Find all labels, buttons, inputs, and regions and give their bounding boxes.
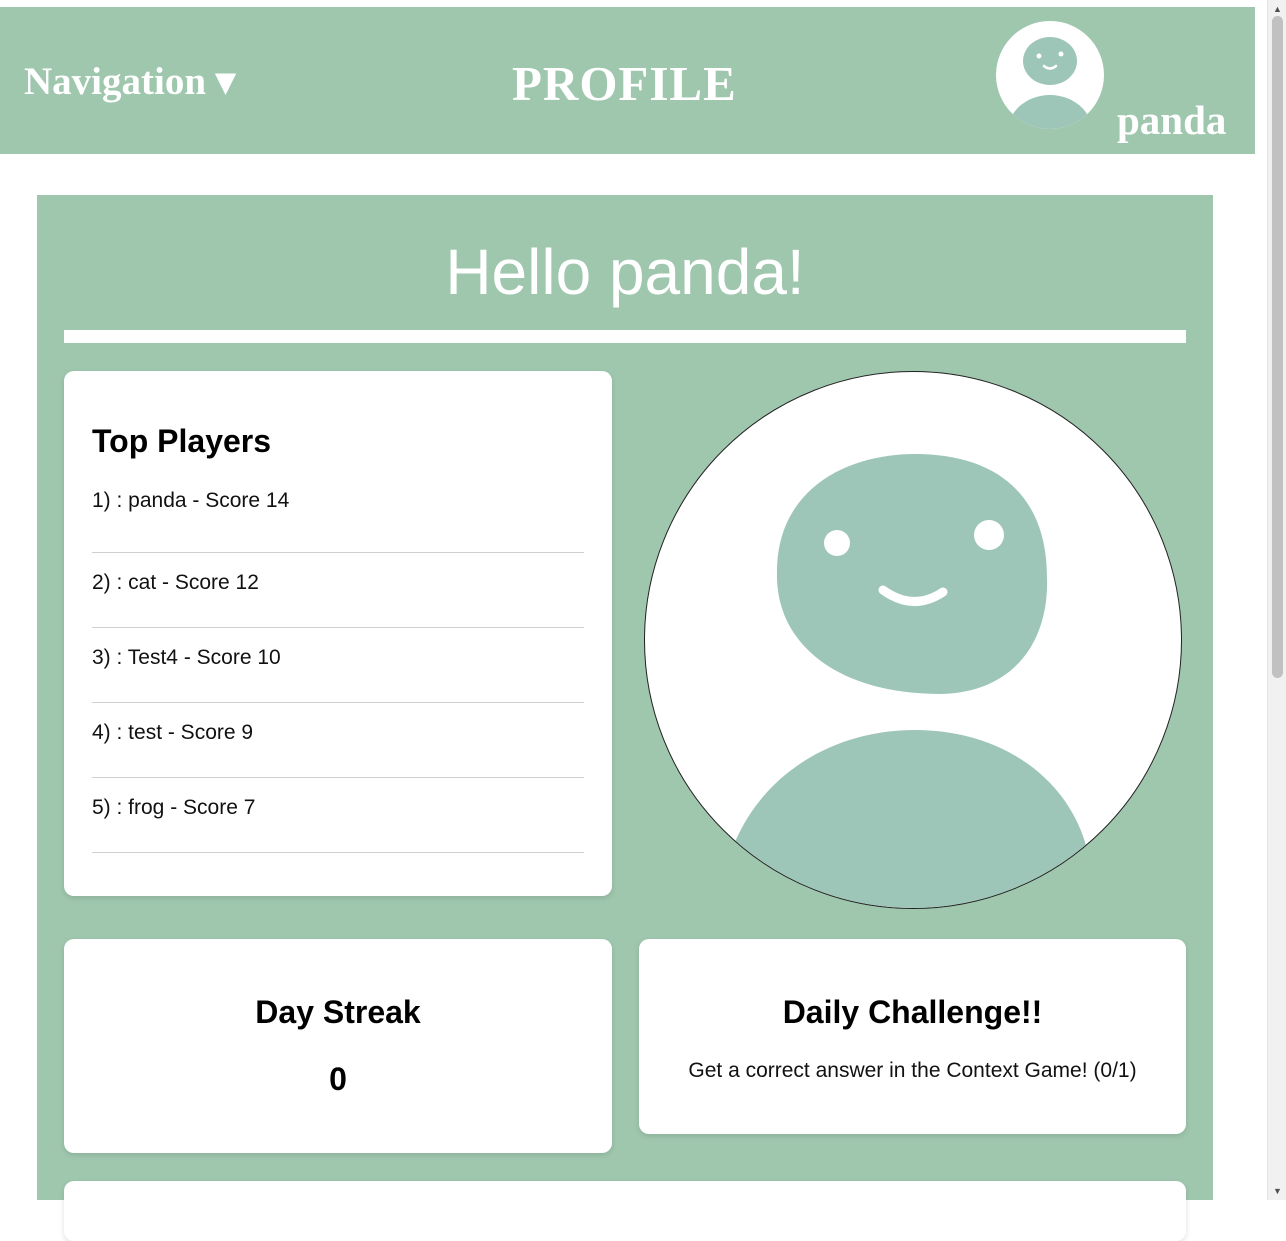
scroll-up-icon[interactable]: ▲	[1268, 2, 1286, 16]
top-edge	[0, 0, 1255, 7]
next-card	[64, 1181, 1186, 1241]
day-streak-card: Day Streak 0	[64, 939, 612, 1153]
top-players-card: Top Players 1) : panda - Score 14 2) : c…	[64, 371, 612, 896]
navigation-dropdown[interactable]: Navigation ▾	[24, 59, 235, 104]
daily-challenge-title: Daily Challenge!!	[782, 994, 1043, 1030]
user-avatar-icon	[1008, 37, 1092, 129]
section-divider	[64, 330, 1186, 343]
list-item: 5) : frog - Score 7	[92, 778, 584, 853]
list-item: 2) : cat - Score 12	[92, 553, 584, 628]
scrollbar-thumb[interactable]	[1272, 16, 1283, 678]
header-bar: Navigation ▾ PROFILE panda	[0, 7, 1255, 154]
list-item: 4) : test - Score 9	[92, 703, 584, 778]
profile-picture	[644, 371, 1182, 909]
list-item: 3) : Test4 - Score 10	[92, 628, 584, 703]
top-players-list: 1) : panda - Score 14 2) : cat - Score 1…	[92, 469, 584, 853]
user-avatar-icon	[720, 454, 1100, 908]
top-players-title: Top Players	[92, 423, 272, 459]
vertical-scrollbar[interactable]: ▲ ▼	[1267, 0, 1286, 1200]
page-title: PROFILE	[512, 56, 737, 111]
scroll-down-icon[interactable]: ▼	[1268, 1184, 1286, 1198]
profile-panel: Hello panda! Top Players 1) : panda - Sc…	[37, 195, 1213, 1241]
day-streak-title: Day Streak	[255, 994, 421, 1030]
daily-challenge-text: Get a correct answer in the Context Game…	[688, 1059, 1137, 1082]
daily-challenge-card: Daily Challenge!! Get a correct answer i…	[639, 939, 1186, 1134]
profile-avatar-button[interactable]	[996, 21, 1104, 129]
greeting-heading: Hello panda!	[445, 236, 805, 308]
list-item: 1) : panda - Score 14	[92, 469, 584, 553]
day-streak-value: 0	[329, 1061, 347, 1097]
header-username[interactable]: panda	[1117, 96, 1226, 144]
